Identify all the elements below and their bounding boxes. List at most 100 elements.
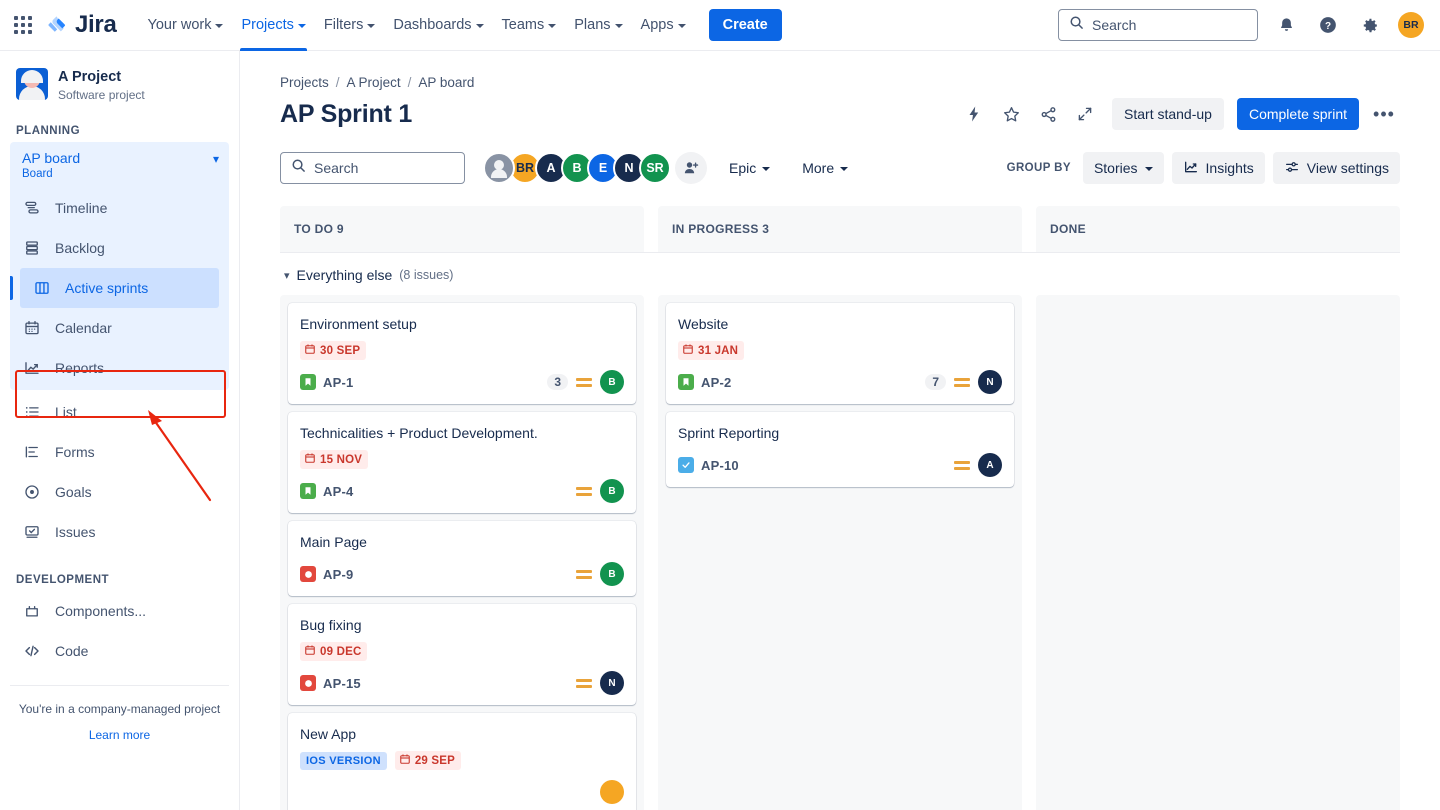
lane-in-progress[interactable]: Website 31 JAN AP-2 7 N Sprint Reporting… (658, 295, 1022, 810)
due-date-text: 31 JAN (698, 344, 739, 357)
due-date-text: 29 SEP (414, 754, 456, 767)
issue-key[interactable]: AP-4 (323, 484, 353, 499)
due-date-badge[interactable]: 30 SEP (300, 341, 367, 360)
sidebar-item-label: Goals (55, 484, 92, 500)
epic-badge[interactable]: IOS VERSION (300, 751, 387, 770)
sidebar-board-selector[interactable]: AP board Board ▾ (10, 142, 229, 188)
breadcrumb-project[interactable]: A Project (347, 75, 401, 90)
complete-sprint-button[interactable]: Complete sprint (1236, 98, 1359, 130)
chevron-down-icon[interactable]: ▾ (213, 153, 219, 165)
more-filters-dropdown[interactable]: More (792, 152, 858, 184)
issue-card-ap-1[interactable]: Environment setup 30 SEP AP-1 3 B (288, 303, 636, 404)
lane-todo[interactable]: Environment setup 30 SEP AP-1 3 B Techni… (280, 295, 644, 810)
issue-card-ap-15[interactable]: Bug fixing 09 DEC AP-15 N (288, 604, 636, 705)
sidebar-item-components[interactable]: Components... (10, 591, 229, 631)
sidebar-item-goals[interactable]: Goals (10, 472, 229, 512)
issue-card-new-app[interactable]: New App IOS VERSION 29 SEP (288, 713, 636, 810)
card-footer: AP-10 A (678, 453, 1002, 477)
issue-key[interactable]: AP-1 (323, 375, 353, 390)
more-actions-button[interactable]: ••• (1368, 98, 1400, 130)
card-footer-right: B (576, 562, 624, 586)
sidebar-item-active-sprints[interactable]: Active sprints (10, 268, 219, 308)
lane-done[interactable] (1036, 295, 1400, 810)
global-search[interactable] (1058, 9, 1258, 41)
forms-icon (22, 442, 42, 462)
avatar-unassigned[interactable] (483, 152, 515, 184)
assignee-avatar[interactable]: B (600, 370, 624, 394)
star-icon[interactable] (995, 98, 1027, 130)
due-date-badge[interactable]: 29 SEP (394, 751, 462, 770)
nav-filters[interactable]: Filters (315, 0, 384, 51)
chevron-down-icon (677, 24, 686, 28)
nav-apps[interactable]: Apps (632, 0, 695, 51)
chevron-down-icon (614, 24, 623, 28)
apps-grid-icon[interactable] (10, 12, 36, 38)
issue-key[interactable]: AP-15 (323, 676, 361, 691)
nav-projects[interactable]: Projects (232, 0, 314, 51)
card-footer-right: 7 N (925, 370, 1002, 394)
notifications-bell-icon[interactable] (1272, 11, 1300, 39)
issue-card-ap-10[interactable]: Sprint Reporting AP-10 A (666, 412, 1014, 487)
global-search-input[interactable] (1092, 17, 1247, 33)
nav-your-work[interactable]: Your work (139, 0, 233, 51)
chevron-down-icon[interactable]: ▾ (284, 269, 290, 282)
insights-button[interactable]: Insights (1171, 152, 1265, 184)
swimlane-header[interactable]: ▾ Everything else (8 issues) (280, 253, 1400, 295)
sidebar-project-header[interactable]: A Project Software project (0, 51, 239, 103)
sidebar-item-backlog[interactable]: Backlog (10, 228, 229, 268)
sidebar-item-calendar[interactable]: Calendar (10, 308, 229, 348)
nav-teams[interactable]: Teams (493, 0, 566, 51)
sidebar-item-reports[interactable]: Reports (10, 348, 229, 388)
nav-dashboards[interactable]: Dashboards (384, 0, 492, 51)
due-date-badge[interactable]: 31 JAN (678, 341, 745, 360)
issue-card-ap-2[interactable]: Website 31 JAN AP-2 7 N (666, 303, 1014, 404)
sidebar-item-forms[interactable]: Forms (10, 432, 229, 472)
share-icon[interactable] (1032, 98, 1064, 130)
issue-key[interactable]: AP-10 (701, 458, 739, 473)
assignee-avatar[interactable]: B (600, 562, 624, 586)
sidebar-item-issues[interactable]: Issues (10, 512, 229, 552)
assignee-avatar[interactable]: B (600, 479, 624, 503)
lightning-bolt-icon[interactable] (958, 98, 990, 130)
assignee-avatar[interactable]: A (978, 453, 1002, 477)
nav-plans[interactable]: Plans (565, 0, 631, 51)
create-button[interactable]: Create (708, 9, 782, 41)
sidebar-item-code[interactable]: Code (10, 631, 229, 671)
breadcrumb-projects[interactable]: Projects (280, 75, 329, 90)
breadcrumb-separator: / (407, 75, 412, 90)
view-settings-button[interactable]: View settings (1272, 152, 1400, 184)
start-standup-button[interactable]: Start stand-up (1112, 98, 1224, 130)
card-title: Environment setup (300, 316, 417, 332)
assignee-avatar[interactable] (600, 780, 624, 804)
issue-card-ap-9[interactable]: Main Page AP-9 B (288, 521, 636, 596)
expand-icon[interactable] (1069, 98, 1101, 130)
board-search[interactable] (280, 152, 465, 184)
issue-key[interactable]: AP-2 (701, 375, 731, 390)
group-by-dropdown[interactable]: Stories (1082, 152, 1164, 184)
issue-key[interactable]: AP-9 (323, 567, 353, 582)
card-footer: AP-4 B (300, 479, 624, 503)
sidebar-item-timeline[interactable]: Timeline (10, 188, 229, 228)
sidebar-item-list[interactable]: List (10, 392, 229, 432)
assignee-avatar[interactable]: N (600, 671, 624, 695)
assignee-avatar[interactable]: N (978, 370, 1002, 394)
profile-avatar[interactable]: BR (1398, 12, 1424, 38)
board-search-input[interactable] (314, 160, 454, 176)
settings-gear-icon[interactable] (1356, 11, 1384, 39)
card-title: Website (678, 316, 729, 332)
learn-more-link[interactable]: Learn more (8, 726, 231, 744)
breadcrumb-board[interactable]: AP board (418, 75, 474, 90)
issue-card-ap-4[interactable]: Technicalities + Product Development. 15… (288, 412, 636, 513)
epic-filter-dropdown[interactable]: Epic (719, 152, 780, 184)
chevron-down-icon (215, 24, 224, 28)
due-date-badge[interactable]: 15 NOV (300, 450, 369, 469)
column-header-in-progress: IN PROGRESS 3 (658, 206, 1022, 252)
due-date-badge[interactable]: 09 DEC (300, 642, 368, 661)
jira-logo[interactable]: Jira (46, 11, 117, 39)
card-chips: 09 DEC (300, 642, 624, 661)
avatar-sr[interactable]: SR (639, 152, 671, 184)
add-people-icon[interactable] (675, 152, 707, 184)
help-icon[interactable]: ? (1314, 11, 1342, 39)
column-headers: TO DO 9 IN PROGRESS 3 DONE (280, 206, 1400, 252)
column-title: TO DO 9 (294, 222, 344, 236)
